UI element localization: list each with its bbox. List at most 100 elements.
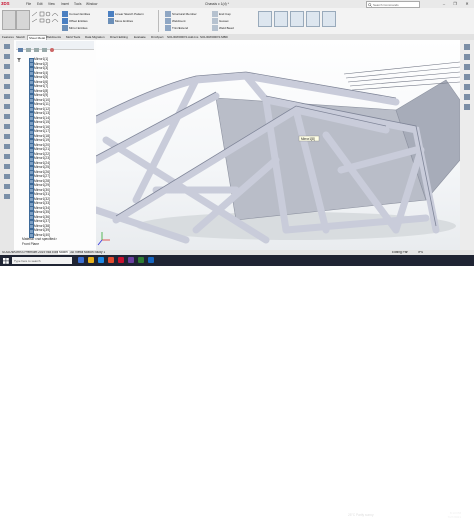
end-cap-icon[interactable] bbox=[212, 11, 218, 17]
tree-item-material[interactable]: Material <not specified> bbox=[22, 237, 57, 242]
tab-direct-editing[interactable]: Direct Editing bbox=[110, 35, 128, 39]
instant-2d-icon[interactable] bbox=[322, 11, 336, 27]
word-icon[interactable] bbox=[148, 257, 154, 263]
gusset-icon[interactable] bbox=[212, 18, 218, 24]
offset-entities-label[interactable]: Offset Entities bbox=[69, 19, 88, 23]
tree-item-label: Mirror1[30] bbox=[34, 187, 50, 192]
menu-insert[interactable]: Insert bbox=[61, 2, 69, 6]
linear-pattern-label[interactable]: Linear Sketch Pattern bbox=[115, 12, 144, 16]
tab-solidworks-mbd[interactable]: SOLIDWORKS MBD bbox=[200, 35, 228, 39]
repair-sketch-icon[interactable] bbox=[274, 11, 288, 27]
search-commands-input[interactable]: Search Commands bbox=[366, 1, 420, 8]
chassis-model[interactable]: Mirror1[8] bbox=[96, 40, 460, 250]
axis-triad-icon bbox=[97, 232, 110, 246]
tab-model[interactable]: Model bbox=[58, 250, 69, 255]
tab-weldments[interactable]: Weldments bbox=[46, 35, 61, 39]
tab-3d-views[interactable]: 3D Views bbox=[70, 251, 83, 255]
solidworks-logo[interactable]: 3DS SOLIDWORKS bbox=[1, 1, 31, 12]
tree-item-label: Mirror1[9] bbox=[34, 93, 49, 97]
tree-item-label: Mirror1[19] bbox=[34, 138, 50, 142]
rapid-sketch-icon[interactable] bbox=[306, 11, 320, 27]
weather-widget[interactable]: 25°C Partly sunny bbox=[348, 513, 374, 517]
tree-item-label: Mirror1[26] bbox=[34, 169, 50, 174]
menu-file[interactable]: File bbox=[26, 2, 31, 6]
tab-solidworks-addins[interactable]: SOLIDWORKS Add-Ins bbox=[167, 35, 198, 39]
minimize-button[interactable]: – bbox=[440, 1, 448, 7]
gusset-label[interactable]: Gusset bbox=[219, 19, 229, 23]
move-entities-label[interactable]: Move Entities bbox=[115, 19, 133, 23]
filter-icon bbox=[17, 58, 21, 62]
offset-entities-icon[interactable] bbox=[62, 18, 68, 24]
trim-extend-label[interactable]: Trim/Extend bbox=[172, 26, 188, 30]
tree-item-label: Mirror1[11] bbox=[34, 102, 50, 106]
edge-icon[interactable] bbox=[98, 257, 104, 263]
tree-item-label: Mirror1[25] bbox=[34, 165, 50, 169]
sketch-icon[interactable] bbox=[2, 10, 16, 30]
tree-item-label: Mirror1[28] bbox=[34, 178, 50, 183]
menu-window[interactable]: Window bbox=[86, 2, 97, 6]
tree-filter[interactable] bbox=[16, 50, 94, 62]
convert-entities-label[interactable]: Convert Entities bbox=[69, 12, 90, 16]
weldment-label[interactable]: Weldment bbox=[172, 19, 185, 23]
tree-item-label: Mirror1[23] bbox=[34, 156, 50, 160]
chrome-icon[interactable] bbox=[108, 257, 114, 263]
rail-icons[interactable] bbox=[0, 40, 14, 250]
windows-start-icon[interactable] bbox=[3, 258, 9, 264]
mirror-entities-icon[interactable] bbox=[62, 25, 68, 31]
tree-item-front-plane[interactable]: Front Plane bbox=[22, 242, 39, 247]
task-view-icon[interactable] bbox=[78, 257, 84, 263]
tree-item-label: Mirror1[27] bbox=[34, 174, 50, 178]
selection-tooltip: Mirror1[8] bbox=[301, 137, 315, 141]
tree-item-label: Mirror1[1] bbox=[34, 57, 49, 61]
tree-item-label: Mirror1[4] bbox=[34, 70, 49, 75]
display-relations-icon[interactable] bbox=[258, 11, 272, 27]
tree-item-label: Mirror1[15] bbox=[34, 120, 50, 124]
tab-sketch[interactable]: Sketch bbox=[16, 35, 25, 39]
weldment-icon[interactable] bbox=[165, 18, 171, 24]
task-pane-icons[interactable] bbox=[460, 40, 474, 160]
search-placeholder: Search Commands bbox=[373, 2, 399, 7]
tab-features[interactable]: Features bbox=[2, 35, 14, 39]
tab-motion-study[interactable]: Motion Study 1 bbox=[84, 251, 105, 255]
end-cap-label[interactable]: End Cap bbox=[219, 12, 231, 16]
menu-edit[interactable]: Edit bbox=[37, 2, 43, 6]
spreadsheet-icon[interactable] bbox=[138, 257, 144, 263]
tree-item-label: Mirror1[18] bbox=[34, 133, 50, 138]
document-title: Chassis c 1(d) * bbox=[205, 1, 229, 6]
menu-tools[interactable]: Tools bbox=[74, 2, 81, 6]
tab-dimxpert[interactable]: DimXpert bbox=[151, 35, 164, 39]
tree-item-label: Mirror1[5] bbox=[34, 75, 49, 79]
trim-extend-icon[interactable] bbox=[165, 25, 171, 31]
structural-member-label[interactable]: Structural Member bbox=[172, 12, 197, 16]
menu-view[interactable]: View bbox=[48, 2, 55, 6]
left-icon-rail bbox=[0, 40, 14, 250]
tree-item-label: Mirror1[35] bbox=[34, 210, 50, 214]
task-pane-rail bbox=[460, 40, 474, 250]
linear-pattern-icon[interactable] bbox=[108, 11, 114, 17]
tree-item-label: Mirror1[14] bbox=[34, 115, 50, 120]
tree-item-label: Mirror1[40] bbox=[34, 232, 50, 237]
tree-item-label: Mirror1[6] bbox=[34, 79, 49, 84]
quick-snaps-icon[interactable] bbox=[290, 11, 304, 27]
status-editing: Editing Part bbox=[392, 250, 409, 254]
tab-data-migration[interactable]: Data Migration bbox=[85, 35, 105, 39]
graphics-area[interactable]: Mirror1[8] bbox=[96, 40, 460, 250]
maximize-button[interactable]: ❐ bbox=[451, 1, 459, 7]
smart-dimension-icon[interactable] bbox=[16, 10, 30, 30]
close-button[interactable]: ✕ bbox=[463, 1, 471, 7]
quick-access-toolbar bbox=[102, 1, 152, 13]
weld-bead-label[interactable]: Weld Bead bbox=[219, 26, 234, 30]
app-icon[interactable] bbox=[128, 257, 134, 263]
taskbar-search[interactable]: Type here to search bbox=[12, 257, 72, 264]
system-clock[interactable]: 8:13 PM 7/27/2021 bbox=[437, 511, 461, 519]
mirror-entities-label[interactable]: Mirror Entities bbox=[69, 26, 88, 30]
file-explorer-icon[interactable] bbox=[88, 257, 94, 263]
tab-evaluate[interactable]: Evaluate bbox=[134, 35, 146, 39]
weld-bead-icon[interactable] bbox=[212, 25, 218, 31]
units-selector[interactable]: IPS bbox=[418, 251, 423, 255]
tab-mold-tools[interactable]: Mold Tools bbox=[66, 35, 80, 39]
move-entities-icon[interactable] bbox=[108, 18, 114, 24]
structural-member-icon[interactable] bbox=[165, 11, 171, 17]
convert-entities-icon[interactable] bbox=[62, 11, 68, 17]
solidworks-taskbar-icon[interactable] bbox=[118, 257, 124, 263]
